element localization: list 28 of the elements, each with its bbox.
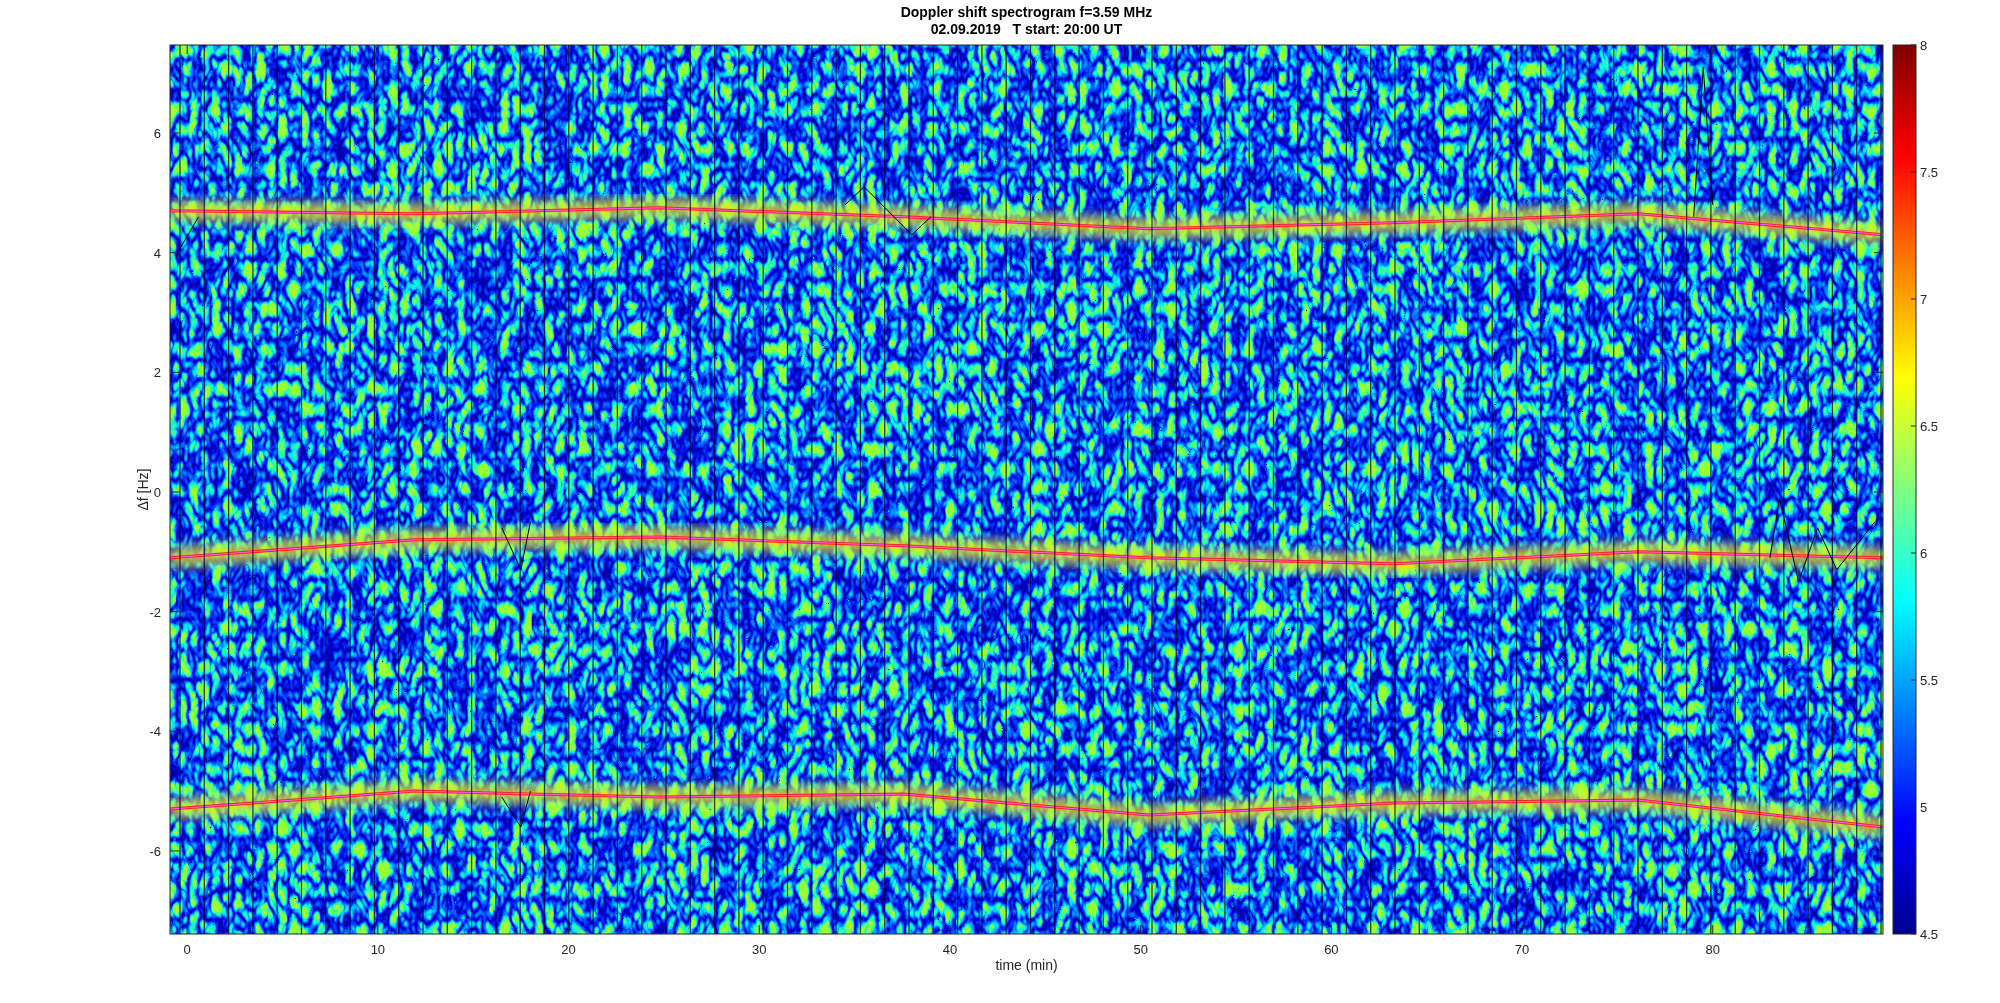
colorbar-tick-label: 4.5 [1920,927,1939,942]
axis-tick-label: 0 [153,485,161,500]
chart-title: Doppler shift spectrogram f=3.59 MHz [900,4,1153,21]
axis-tick-label: -6 [149,843,161,859]
colorbar-tick-label: 5 [1920,800,1928,815]
axis-tick-label: 50 [1133,942,1148,957]
colorbar-tick-label: 6.5 [1920,419,1939,434]
axis-tick-label: 40 [942,942,958,957]
axis-tick-label: 0 [183,942,191,957]
axis-tick-label: 2 [153,365,161,381]
axis-tick-label: 30 [752,942,767,957]
colorbar-tick-label: 6 [1920,546,1928,561]
axis-label: Δf [Hz] [135,468,151,511]
colorbar-tick-label: 7.5 [1920,165,1939,180]
axis-tick-label: 6 [153,126,161,141]
chart-title: 02.09.2019 T start: 20:00 UT [930,21,1123,38]
colorbar-tick-label: 5.5 [1920,673,1939,688]
colorbar-tick-label: 7 [1920,292,1928,307]
axis-tick-label: 80 [1705,942,1720,957]
axis-tick-label: 20 [561,942,576,957]
axis-tick-label: 4 [153,245,161,261]
axis-tick-label: -2 [149,604,161,620]
axis-tick-label: -4 [149,724,161,740]
axis-tick-label: 10 [370,942,386,957]
colorbar-tick-label: 8 [1920,38,1928,53]
axis-tick-label: 70 [1514,942,1530,957]
axis-label: time (min) [995,957,1058,973]
axis-tick-label: 60 [1324,942,1339,957]
